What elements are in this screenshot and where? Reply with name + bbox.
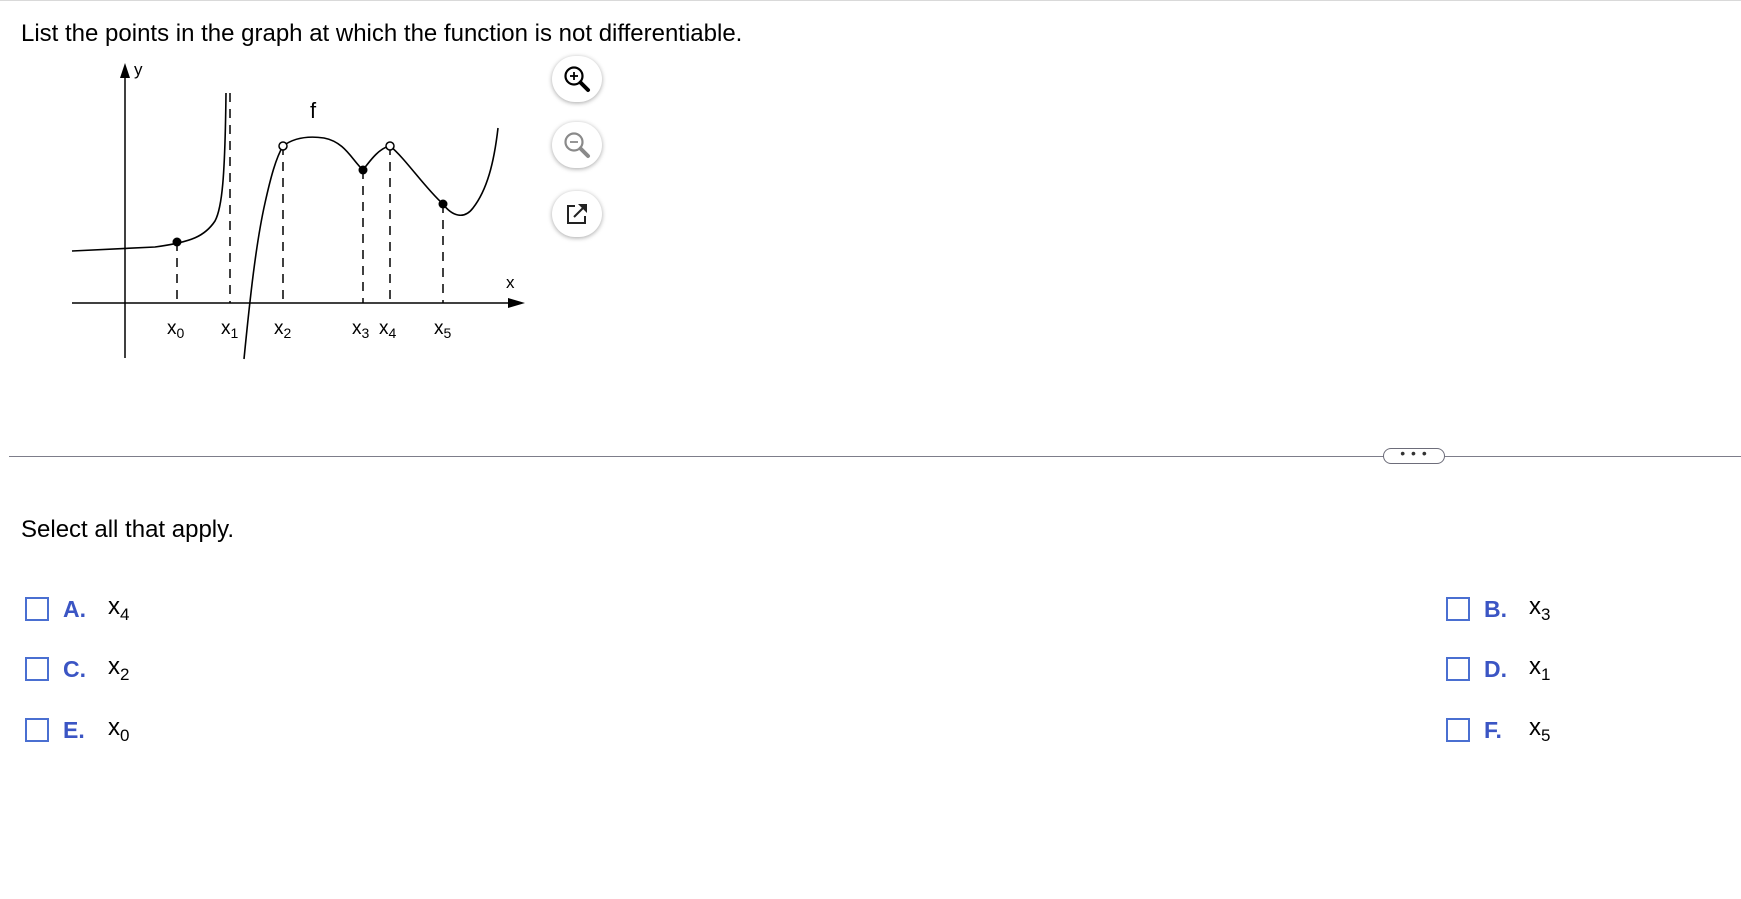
zoom-out-button[interactable] xyxy=(552,122,602,168)
choice-letter-f: F. xyxy=(1484,716,1502,743)
zoom-out-icon xyxy=(564,132,590,158)
tick-x4: x4 xyxy=(379,318,397,341)
checkbox-e[interactable] xyxy=(25,718,49,742)
choice-d[interactable]: D. x1 xyxy=(1446,653,1551,684)
curve-hump xyxy=(282,136,364,171)
curve-cusp xyxy=(362,145,391,171)
choice-letter-d: D. xyxy=(1484,655,1507,682)
popout-button[interactable] xyxy=(552,191,602,237)
x-axis-arrow xyxy=(508,298,525,308)
choice-value-d: x1 xyxy=(1529,653,1551,684)
popout-icon xyxy=(567,204,587,224)
checkbox-c[interactable] xyxy=(25,657,49,681)
section-divider xyxy=(9,456,1741,457)
choice-letter-e: E. xyxy=(63,716,85,743)
choice-letter-b: B. xyxy=(1484,595,1507,622)
curve-valley xyxy=(442,127,499,216)
choice-letter-a: A. xyxy=(63,595,86,622)
choice-value-f: x5 xyxy=(1529,714,1551,745)
choice-b[interactable]: B. x3 xyxy=(1446,593,1551,624)
tick-x3: x3 xyxy=(352,318,370,341)
choice-value-a: x4 xyxy=(108,593,130,624)
choice-value-e: x0 xyxy=(108,714,130,745)
point-x0 xyxy=(172,237,182,247)
choice-value-c: x2 xyxy=(108,653,130,684)
checkbox-d[interactable] xyxy=(1446,657,1470,681)
y-axis-label: y xyxy=(134,60,143,79)
x-axis-label: x xyxy=(506,273,515,292)
choice-f[interactable]: F. x5 xyxy=(1446,714,1551,745)
function-label: f xyxy=(310,98,317,123)
checkbox-b[interactable] xyxy=(1446,597,1470,621)
open-point-x4 xyxy=(385,141,395,151)
choice-value-b: x3 xyxy=(1529,593,1551,624)
checkbox-f[interactable] xyxy=(1446,718,1470,742)
top-border xyxy=(0,0,1741,1)
choice-e[interactable]: E. x0 xyxy=(25,714,130,745)
choice-letter-c: C. xyxy=(63,655,86,682)
y-axis-arrow xyxy=(120,63,130,78)
question-text: List the points in the graph at which th… xyxy=(21,20,743,47)
function-graph: y x f x0 x1 x2 x3 x4 x5 xyxy=(71,60,525,360)
curve-descent xyxy=(389,145,444,205)
tick-x0: x0 xyxy=(167,318,185,341)
point-x3 xyxy=(358,165,368,175)
tick-x1: x1 xyxy=(221,318,239,341)
zoom-in-button[interactable] xyxy=(552,56,602,102)
tick-x5: x5 xyxy=(434,318,452,341)
more-button[interactable]: • • • xyxy=(1383,446,1445,464)
choice-c[interactable]: C. x2 xyxy=(25,653,130,684)
checkbox-a[interactable] xyxy=(25,597,49,621)
instruction-text: Select all that apply. xyxy=(21,516,235,543)
open-point-x2 xyxy=(278,141,288,151)
point-x5 xyxy=(438,199,448,209)
tick-x2: x2 xyxy=(274,318,292,341)
zoom-in-icon xyxy=(564,66,590,92)
choice-a[interactable]: A. x4 xyxy=(25,593,130,624)
curve-left-branch xyxy=(71,92,227,252)
